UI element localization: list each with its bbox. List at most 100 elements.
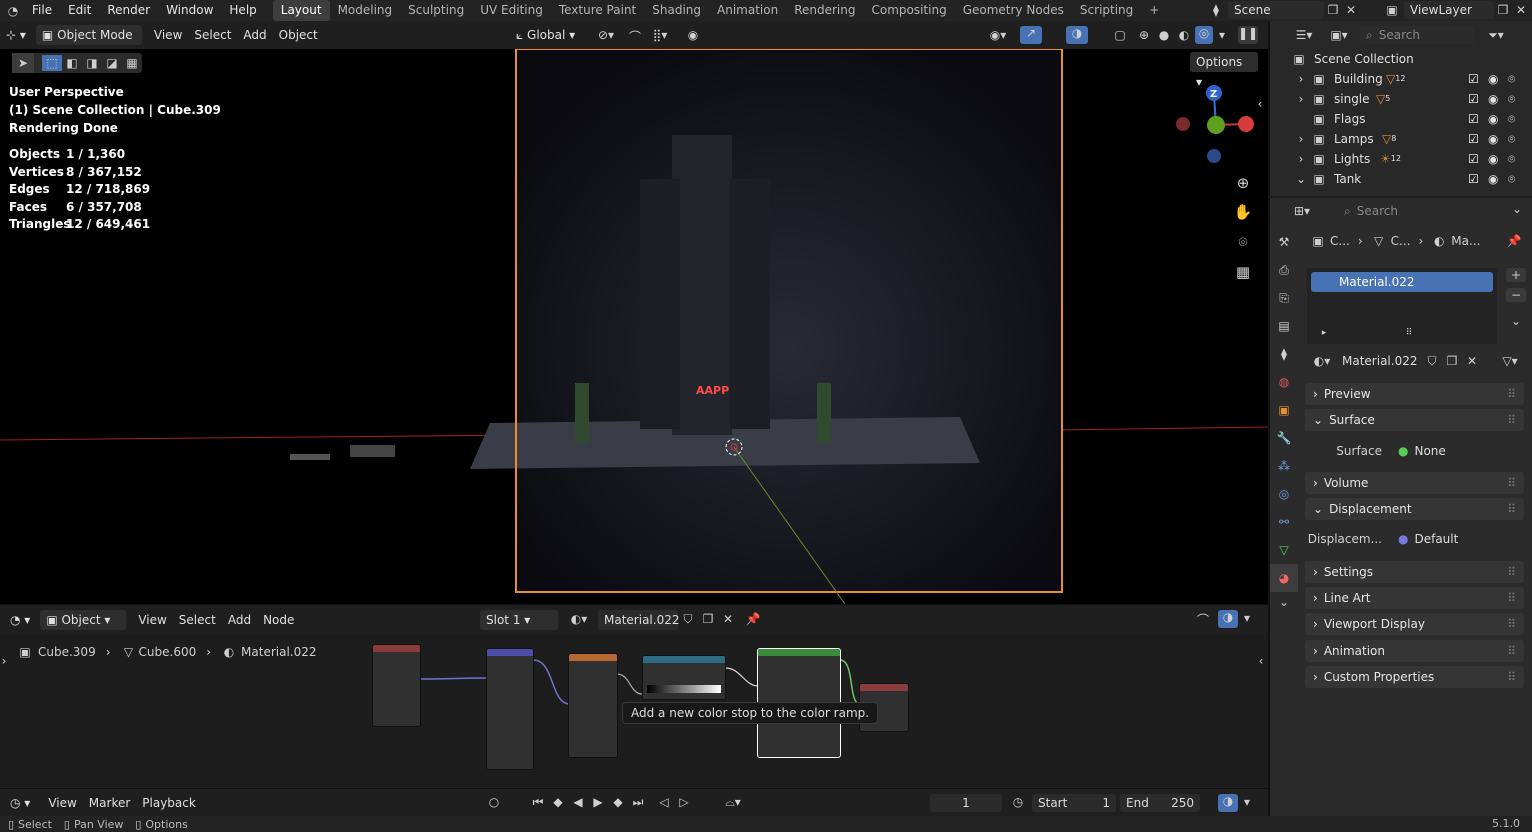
add-slot-icon[interactable]: + [1506,268,1526,282]
duplicate-material-icon[interactable]: ❐ [1442,354,1462,368]
3d-viewport[interactable]: AAPP User Perspective (1) Scene Collecti… [0,49,1268,604]
menu-window[interactable]: Window [158,0,221,21]
gizmo-toggle-icon[interactable]: ↗ [1020,26,1042,44]
add-workspace-button[interactable]: + [1141,0,1167,21]
expand-icon[interactable]: › [1296,69,1306,89]
list-resize-icon[interactable]: ⠿ [1403,328,1415,338]
rendered-shading-icon[interactable]: ◎ [1195,26,1213,44]
mode-dropdown[interactable]: ▣ Object Mode ▾ [35,25,142,62]
data-tab-icon[interactable]: ▽ [1270,536,1298,564]
link-mode-icon[interactable]: ▽▾ [1496,354,1524,368]
select-box-intersect-icon[interactable]: ▦ [122,56,142,70]
outliner-search[interactable]: ⌕ Search [1360,26,1474,44]
node-texture-coordinate[interactable] [372,644,421,727]
node-color-ramp[interactable] [642,655,726,700]
properties-editor-type-icon[interactable]: ⊞▾ [1288,204,1316,218]
tab-uv-editing[interactable]: UV Editing [472,0,551,21]
color-ramp-gradient[interactable] [647,685,721,693]
menu-file[interactable]: File [24,0,60,21]
tab-modeling[interactable]: Modeling [330,0,401,21]
ne-overlay-icon[interactable]: ◑ [1218,610,1238,628]
tl-overlay-options-icon[interactable]: ▾ [1240,795,1254,809]
exclude-checkbox-icon[interactable]: ☑ [1468,149,1479,169]
eye-icon[interactable]: ◉ [1488,69,1498,89]
current-frame-field[interactable]: 1 [930,794,1002,812]
pin-icon[interactable]: 📌 [745,612,761,626]
tab-rendering[interactable]: Rendering [786,0,863,21]
panel-volume[interactable]: › Volume ⠿ [1305,472,1524,494]
list-expand-icon[interactable]: ▸ [1319,328,1329,338]
eye-icon[interactable]: ◉ [1488,169,1498,189]
outliner-row[interactable]: ▣ Flags ☑ ◉ ⌾ [1270,109,1532,129]
drag-handle-icon[interactable]: ⠿ [1507,587,1516,609]
fake-user-icon[interactable]: ⛉ [1422,354,1442,369]
panel-line-art[interactable]: › Line Art ⠿ [1305,587,1524,609]
overlay-toggle-icon[interactable]: ◑ [1066,26,1088,44]
select-menu[interactable]: Select [188,25,237,45]
surface-shader-field[interactable]: ● None [1392,441,1492,461]
tab-sculpting[interactable]: Sculpting [400,0,472,21]
new-viewlayer-icon[interactable]: ❐ [1494,3,1512,17]
next-keyframe-icon[interactable]: ▷ [676,795,692,809]
keying-set-icon[interactable]: ⌓▾ [720,795,746,810]
drag-handle-icon[interactable]: ⠿ [1507,472,1516,494]
menu-help[interactable]: Help [221,0,264,21]
eye-icon[interactable]: ◉ [1488,109,1498,129]
select-box-extend-icon[interactable]: ◧ [62,56,82,70]
options-dropdown[interactable]: Options ▾ [1190,52,1258,89]
eye-icon[interactable]: ◉ [1488,149,1498,169]
delete-scene-icon[interactable]: ✕ [1342,3,1360,17]
world-tab-icon[interactable]: ◍ [1270,368,1298,396]
expand-icon[interactable]: › [1296,149,1306,169]
panel-animation[interactable]: › Animation ⠿ [1305,640,1524,662]
panel-settings[interactable]: › Settings ⠿ [1305,561,1524,583]
displacement-field[interactable]: ● Default [1392,529,1492,549]
blender-logo-icon[interactable]: ◔ [2,4,24,18]
particles-tab-icon[interactable]: ⁂ [1270,452,1298,480]
jump-end-icon[interactable]: ⏭ [630,795,646,810]
select-box-invert-icon[interactable]: ◪ [102,56,122,70]
material-slot-item[interactable]: Material.022 [1311,272,1493,292]
output-tab-icon[interactable]: ⎘ [1270,284,1298,312]
expand-icon[interactable]: › [1296,89,1306,109]
ne-snap-icon[interactable]: ⌒ [1193,611,1213,628]
eye-icon[interactable]: ◉ [1488,129,1498,149]
auto-keying-icon[interactable]: ○ [486,795,502,809]
viewlayer-field[interactable]: ViewLayer [1404,1,1494,19]
properties-search[interactable]: ⌕ Search [1338,202,1452,220]
tab-scripting[interactable]: Scripting [1072,0,1141,21]
material-shading-icon[interactable]: ◐ [1176,28,1192,42]
play-icon[interactable]: ▶ [590,795,606,809]
constraints-tab-icon[interactable]: ⚯ [1270,508,1298,536]
remove-slot-icon[interactable]: − [1506,288,1526,302]
tl-overlay-icon[interactable]: ◑ [1218,794,1238,812]
outliner-scene-collection[interactable]: ▣ Scene Collection [1270,49,1532,69]
view-layer-tab-icon[interactable]: ▤ [1270,312,1298,340]
render-tab-icon[interactable]: ⎙ [1270,256,1298,284]
shader-type-dropdown[interactable]: ▣ Object ▾ [40,609,127,630]
wireframe-shading-icon[interactable]: ⊕ [1136,28,1152,42]
scene-field[interactable]: Scene [1228,1,1324,19]
select-tool-icon[interactable]: ➤ [12,53,34,73]
visibility-icon[interactable]: ◉▾ [986,28,1010,42]
outliner-editor-type-icon[interactable]: ☰▾ [1290,28,1318,42]
pan-hand-icon[interactable]: ✋ [1233,203,1253,221]
tab-texture-paint[interactable]: Texture Paint [551,0,644,21]
drag-handle-icon[interactable]: ⠿ [1507,498,1516,520]
drag-handle-icon[interactable]: ⠿ [1507,561,1516,583]
camera-render-icon[interactable]: ⌾ [1508,169,1515,189]
pin-icon[interactable]: 📌 [1506,234,1522,248]
start-frame-field[interactable]: Start 1 [1032,794,1116,812]
filter-icon[interactable]: ⏷▾ [1484,28,1508,43]
node-editor-canvas[interactable]: ▣ Cube.309 › ▽ Cube.600 › ◐ Material.022… [0,634,1268,788]
tl-marker-menu[interactable]: Marker [83,793,136,813]
pause-render-icon[interactable]: ❚❚ [1238,26,1258,44]
material-name-field[interactable]: Material.022 [598,610,679,630]
timeline-editor-type-icon[interactable]: ◷ ▾ [4,793,36,813]
exclude-checkbox-icon[interactable]: ☑ [1468,69,1479,89]
panel-preview[interactable]: › Preview ⠿ [1305,383,1524,405]
camera-view-icon[interactable]: ⌾ [1233,233,1253,251]
tab-shading[interactable]: Shading [644,0,709,21]
outliner-row[interactable]: › ▣ Building ▽ 12 ☑ ◉ ⌾ [1270,69,1532,89]
snap-icon[interactable]: ⌒ [626,28,644,45]
